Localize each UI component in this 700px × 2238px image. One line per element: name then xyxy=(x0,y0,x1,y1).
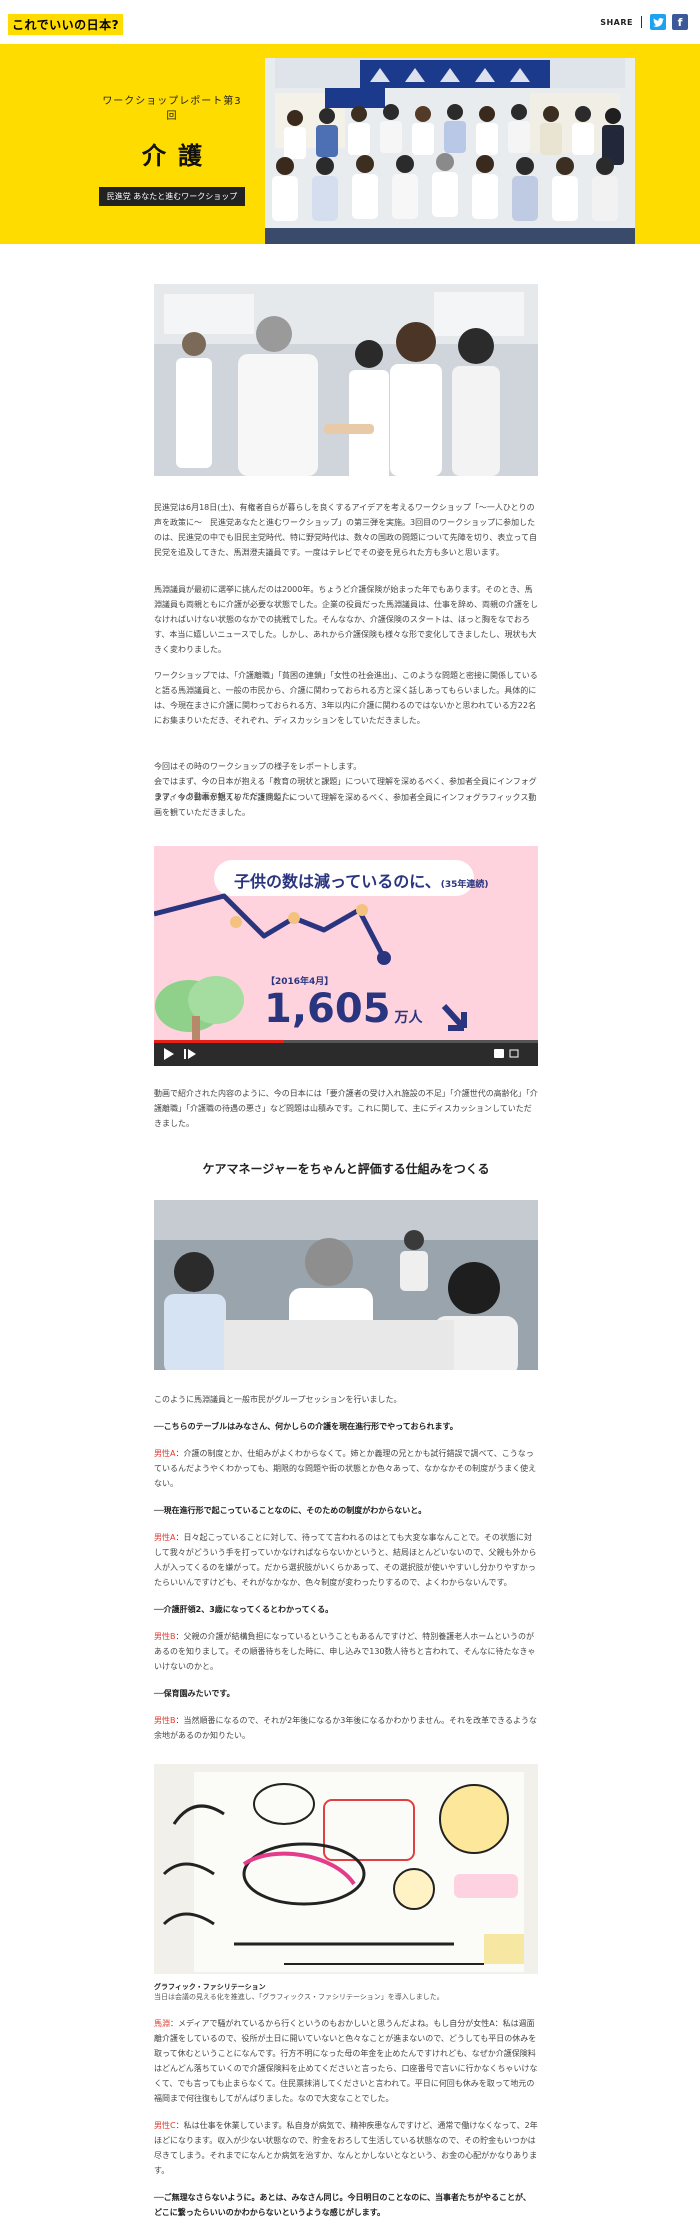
intro-paragraph: 民進党は6月18日(土)、有権者自らが暮らしを良くするアイデアを考えるワークショ… xyxy=(154,503,538,557)
hero-tag: 民進党 あなたと進むワークショップ xyxy=(98,187,246,206)
answer-text: ：メディアで騒がれているから行くというのもおかしいと思うんだよね。もし自分が女性… xyxy=(154,2019,538,2103)
section: ケアマネージャーをちゃんと評価する仕組みをつくる xyxy=(154,1160,538,1177)
question: ──介護肝領2、3歳になってくるとわかってくる。 xyxy=(154,1605,334,1614)
site-header: これでいいの日本? SHARE f xyxy=(0,0,700,44)
answer: 男性C：私は仕事を休業しています。私自身が病気で、精神疾患なんですけど、通常で働… xyxy=(154,2118,538,2178)
question: ──こちらのテーブルはみなさん、何かしらの介護を現在進行形でやっておられます。 xyxy=(154,1422,458,1431)
group-photo xyxy=(265,58,635,244)
speaker: 男性B xyxy=(154,1716,176,1725)
twitter-icon[interactable] xyxy=(650,14,666,30)
share-label: SHARE xyxy=(600,17,633,27)
speaker: 男性B xyxy=(154,1632,176,1641)
intro-paragraph: まず、今の日本が抱える「介護問題」について理解を深めるべく、参加者全員にインフォ… xyxy=(154,793,537,817)
answer: 男性B：父親の介護が結構負担になっているということもあるんですけど、特別養護老人… xyxy=(154,1629,538,1674)
question: ──ご無理なさらないように。あとは、みなさん同じ。今日明日のことなのに、当事者た… xyxy=(154,2193,531,2217)
answer: 男性A：日々起こっていることに対して、待ってて言われるのはとても大変な事なんこと… xyxy=(154,1530,538,1590)
intro-paragraph: 馬淵議員が最初に選挙に挑んだのは2000年。ちょうど介護保険が始まった年でもあり… xyxy=(154,585,538,654)
answer-text: ：当然順番になるので、それが2年後になるか3年後になるかわかりません。それを改革… xyxy=(154,1716,537,1740)
question: ──現在進行形で起こっていることなのに、そのための制度がわからないと。 xyxy=(154,1506,427,1515)
graphic-facilitation-photo xyxy=(154,1764,538,1974)
speaker: 男性A xyxy=(154,1533,176,1542)
after-video: 動画で紹介された内容のように、今の日本には「要介護者の受け入れ施設の不足」「介護… xyxy=(154,1086,538,1131)
intro-block-5: まず、今の日本が抱える「介護問題」について理解を深めるべく、参加者全員にインフォ… xyxy=(154,790,538,820)
discussion-photo xyxy=(154,1200,538,1370)
after-video-paragraph: 動画で紹介された内容のように、今の日本には「要介護者の受け入れ施設の不足」「介護… xyxy=(154,1089,538,1128)
handshake-photo xyxy=(154,284,538,476)
video-unit: 万人 xyxy=(394,1010,423,1026)
answer-text: ：父親の介護が結構負担になっているということもあるんですけど、特別養護老人ホーム… xyxy=(154,1632,536,1671)
answer-text: ：私は仕事を休業しています。私自身が病気で、精神疾患なんですけど、通常で働けなく… xyxy=(154,2121,538,2175)
video-player[interactable]: 子供の数は減っているのに、(35年連続) 【2016年4月】 1,605 万人 xyxy=(154,846,538,1066)
share-divider xyxy=(641,16,642,28)
facebook-icon[interactable]: f xyxy=(672,14,688,30)
video-headline-suffix: (35年連続) xyxy=(440,880,489,890)
hero-banner: ワークショップレポート第3回 介護 民進党 あなたと進むワークショップ xyxy=(0,44,700,244)
site-logo[interactable]: これでいいの日本? xyxy=(8,14,124,35)
section-heading: ケアマネージャーをちゃんと評価する仕組みをつくる xyxy=(202,1162,490,1176)
answer: 男性B：当然順番になるので、それが2年後になるか3年後になるかわかりません。それ… xyxy=(154,1713,538,1743)
caption-subtitle: 当日は会議の見える化を推進し、「グラフィックス・ファシリテーション」を導入しまし… xyxy=(154,1993,444,2001)
caption-title: グラフィック・ファシリテーション xyxy=(154,1983,266,1991)
intro-block-2: 馬淵議員が最初に選挙に挑んだのは2000年。ちょうど介護保険が始まった年でもあり… xyxy=(154,582,538,657)
share-bar: SHARE f xyxy=(600,14,688,30)
after-caption: 馬淵：メディアで騒がれているから行くというのもおかしいと思うんだよね。もし自分が… xyxy=(154,2016,538,2220)
intro-block-3: ワークショップでは、「介護離職」「貧困の連鎖」「女性の社会進出」、このような問題… xyxy=(154,668,538,728)
speaker: 男性A xyxy=(154,1449,176,1458)
speaker: 馬淵 xyxy=(154,2019,170,2028)
photo-caption: グラフィック・ファシリテーション 当日は会議の見える化を推進し、「グラフィックス… xyxy=(154,1982,538,2002)
video-headline: 子供の数は減っているのに、(35年連続) xyxy=(234,868,489,892)
dialogue: このように馬淵議員と一般市民がグループセッションを行いました。 ──こちらのテー… xyxy=(154,1392,538,1743)
hero-title: 介護 xyxy=(142,142,214,170)
hero-text: ワークショップレポート第3回 介護 民進党 あなたと進むワークショップ xyxy=(98,92,246,206)
answer-text: ：介護の制度とか、仕組みがよくわからなくて。姉とか義理の兄とかも試行錯誤で調べて… xyxy=(154,1449,537,1488)
intro-text: 民進党は6月18日(土)、有権者自らが暮らしを良くするアイデアを考えるワークショ… xyxy=(154,500,538,560)
video-number: 1,605 xyxy=(264,986,391,1032)
dialogue-intro: このように馬淵議員と一般市民がグループセッションを行いました。 xyxy=(154,1395,402,1404)
hero-subtitle: ワークショップレポート第3回 xyxy=(102,96,242,122)
answer: 馬淵：メディアで騒がれているから行くというのもおかしいと思うんだよね。もし自分が… xyxy=(154,2016,538,2106)
answer-text: ：日々起こっていることに対して、待ってて言われるのはとても大変な事なんことで。そ… xyxy=(154,1533,537,1587)
question: ──保育園みたいです。 xyxy=(154,1689,235,1698)
intro-paragraph: ワークショップでは、「介護離職」「貧困の連鎖」「女性の社会進出」、このような問題… xyxy=(154,671,538,725)
answer: 男性A：介護の制度とか、仕組みがよくわからなくて。姉とか義理の兄とかも試行錯誤で… xyxy=(154,1446,538,1491)
video-headline-text: 子供の数は減っているのに、 xyxy=(234,872,441,891)
speaker: 男性C xyxy=(154,2121,176,2130)
video-figure: 1,605 万人 xyxy=(264,986,423,1032)
